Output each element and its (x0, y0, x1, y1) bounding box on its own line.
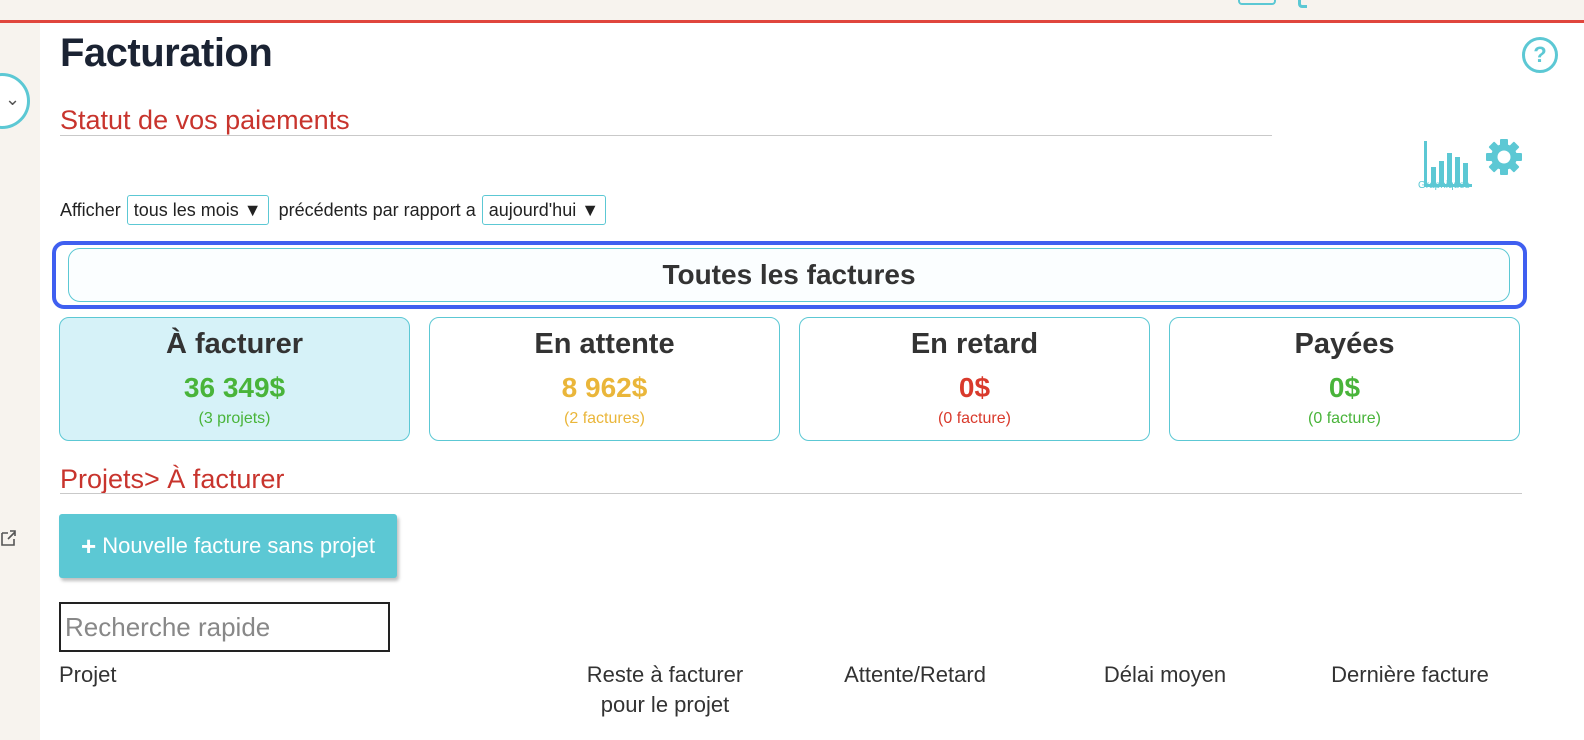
all-invoices-button[interactable]: Toutes les factures (68, 248, 1510, 302)
card-title: En retard (910, 328, 1039, 360)
card-title: À facturer (166, 328, 303, 360)
all-invoices-focus-ring: Toutes les factures (52, 241, 1527, 309)
reference-select-value: aujourd'hui (488, 199, 577, 220)
chevron-down-icon: ⌄ (5, 89, 21, 109)
column-header-remaining[interactable]: Reste à facturer pour le projet (570, 660, 760, 720)
filter-show-label: Afficher (60, 199, 121, 220)
card-count: (0 facture) (1308, 410, 1381, 427)
top-bar (0, 0, 1584, 23)
column-header-delay[interactable]: Délai moyen (1070, 660, 1260, 690)
status-card-pending[interactable]: En attente 8 962$ (2 factures) (429, 317, 780, 441)
help-icon[interactable]: ? (1522, 37, 1558, 73)
gear-icon[interactable] (1485, 138, 1523, 176)
column-header-remaining-line1: Reste à facturer (586, 662, 744, 687)
plus-icon: + (81, 530, 97, 561)
toolbar-icon-fragment[interactable] (1238, 0, 1276, 5)
card-amount: 0$ (1328, 372, 1361, 403)
external-link-icon[interactable] (0, 529, 16, 547)
card-count: (3 projets) (198, 410, 271, 427)
chart-caption: Graphiques (1418, 180, 1470, 191)
card-amount: 0$ (958, 372, 991, 403)
card-title: Payées (1294, 328, 1395, 360)
column-header-project[interactable]: Projet (59, 660, 116, 690)
sidebar: ⌄ (0, 23, 40, 740)
search-input[interactable]: Recherche rapide (59, 602, 390, 652)
new-invoice-button[interactable]: + Nouvelle facture sans projet (59, 514, 397, 578)
card-amount: 8 962$ (561, 372, 648, 403)
period-filter: Afficher tous les mois ▼ précédents par … (60, 195, 616, 225)
period-select[interactable]: tous les mois ▼ (126, 195, 269, 225)
card-count: (0 facture) (938, 410, 1011, 427)
column-header-last-invoice[interactable]: Dernière facture (1320, 660, 1500, 690)
section-divider (60, 135, 1272, 136)
column-header-pending[interactable]: Attente/Retard (820, 660, 1010, 690)
dropdown-arrow-icon: ▼ (243, 199, 262, 220)
section-divider (60, 493, 1522, 494)
toolbar-icon-fragment[interactable] (1298, 0, 1307, 8)
projects-section-title: Projets> À facturer (60, 464, 285, 494)
period-select-value: tous les mois (133, 199, 239, 220)
card-count: (2 factures) (564, 410, 645, 427)
status-card-paid[interactable]: Payées 0$ (0 facture) (1169, 317, 1520, 441)
dropdown-arrow-icon: ▼ (581, 199, 600, 220)
page-title: Facturation (60, 31, 273, 75)
status-cards: À facturer 36 349$ (3 projets) En attent… (59, 317, 1521, 443)
reference-select[interactable]: aujourd'hui ▼ (481, 195, 607, 225)
main-content: Facturation ? Statut de vos paiements Gr… (40, 23, 1584, 740)
new-invoice-label: Nouvelle facture sans projet (102, 533, 375, 558)
payments-section-title: Statut de vos paiements (60, 105, 350, 135)
column-header-remaining-line2: pour le projet (600, 692, 730, 717)
filter-relative-label: précédents par rapport a (278, 199, 476, 220)
card-title: En attente (534, 328, 675, 360)
card-amount: 36 349$ (183, 372, 286, 403)
status-card-to-invoice[interactable]: À facturer 36 349$ (3 projets) (59, 317, 410, 441)
sidebar-toggle-button[interactable]: ⌄ (0, 73, 30, 129)
status-card-late[interactable]: En retard 0$ (0 facture) (799, 317, 1150, 441)
